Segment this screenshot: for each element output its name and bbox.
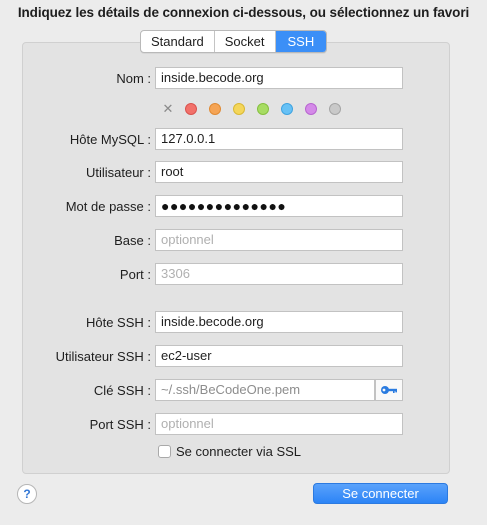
port-field[interactable]: 3306: [155, 263, 403, 285]
x-mark-icon[interactable]: ✕: [161, 102, 175, 116]
name-label: Nom :: [116, 71, 151, 86]
color-tags: ✕: [161, 102, 353, 116]
window-title: Indiquez les détails de connexion ci-des…: [17, 5, 470, 20]
user-label: Utilisateur :: [85, 165, 151, 180]
tab-standard[interactable]: Standard: [141, 31, 215, 52]
color-tag-green[interactable]: [257, 103, 269, 115]
color-tag-yellow[interactable]: [233, 103, 245, 115]
color-tag-red[interactable]: [185, 103, 197, 115]
name-row: Nom : inside.becode.org: [0, 67, 487, 91]
ssh-host-field[interactable]: inside.becode.org: [155, 311, 403, 333]
ssh-host-label: Hôte SSH :: [85, 315, 151, 330]
mysql-host-field[interactable]: 127.0.0.1: [155, 128, 403, 150]
port-row: Port : 3306: [0, 263, 487, 287]
ssh-port-field[interactable]: optionnel: [155, 413, 403, 435]
ssh-key-button[interactable]: [375, 379, 403, 401]
mysql-host-row: Hôte MySQL : 127.0.0.1: [0, 128, 487, 152]
tab-ssh[interactable]: SSH: [275, 31, 327, 52]
ssh-user-field[interactable]: ec2-user: [155, 345, 403, 367]
database-label: Base :: [114, 233, 151, 248]
user-field[interactable]: root: [155, 161, 403, 183]
mysql-host-label: Hôte MySQL :: [69, 132, 151, 147]
ssl-checkbox[interactable]: [158, 444, 171, 458]
ssh-user-row: Utilisateur SSH : ec2-user: [0, 345, 487, 369]
port-label: Port :: [119, 267, 151, 282]
password-field[interactable]: ●●●●●●●●●●●●●●: [155, 195, 403, 217]
color-tag-gray[interactable]: [329, 103, 341, 115]
database-row: Base : optionnel: [0, 229, 487, 253]
ssh-port-label: Port SSH :: [89, 417, 151, 432]
user-row: Utilisateur : root: [0, 161, 487, 185]
database-field[interactable]: optionnel: [155, 229, 403, 251]
color-tag-orange[interactable]: [209, 103, 221, 115]
ssh-host-row: Hôte SSH : inside.becode.org: [0, 311, 487, 335]
name-field[interactable]: inside.becode.org: [155, 67, 403, 89]
help-button[interactable]: ?: [17, 484, 37, 504]
ssh-key-label: Clé SSH :: [93, 383, 151, 398]
ssh-key-field[interactable]: ~/.ssh/BeCodeOne.pem: [155, 379, 375, 401]
tab-socket[interactable]: Socket: [215, 31, 276, 52]
connect-button[interactable]: Se connecter: [313, 483, 448, 504]
ssh-user-label: Utilisateur SSH :: [55, 349, 151, 364]
password-label: Mot de passe :: [65, 199, 151, 214]
connection-type-tabs: Standard Socket SSH: [140, 30, 328, 53]
color-tag-blue[interactable]: [281, 103, 293, 115]
color-tag-purple[interactable]: [305, 103, 317, 115]
ssl-option[interactable]: Se connecter via SSL: [158, 443, 301, 459]
ssl-checkbox-label[interactable]: Se connecter via SSL: [176, 444, 301, 459]
ssh-key-row: Clé SSH : ~/.ssh/BeCodeOne.pem: [0, 379, 487, 403]
password-row: Mot de passe : ●●●●●●●●●●●●●●: [0, 195, 487, 219]
ssh-port-row: Port SSH : optionnel: [0, 413, 487, 437]
key-icon: [381, 386, 397, 394]
